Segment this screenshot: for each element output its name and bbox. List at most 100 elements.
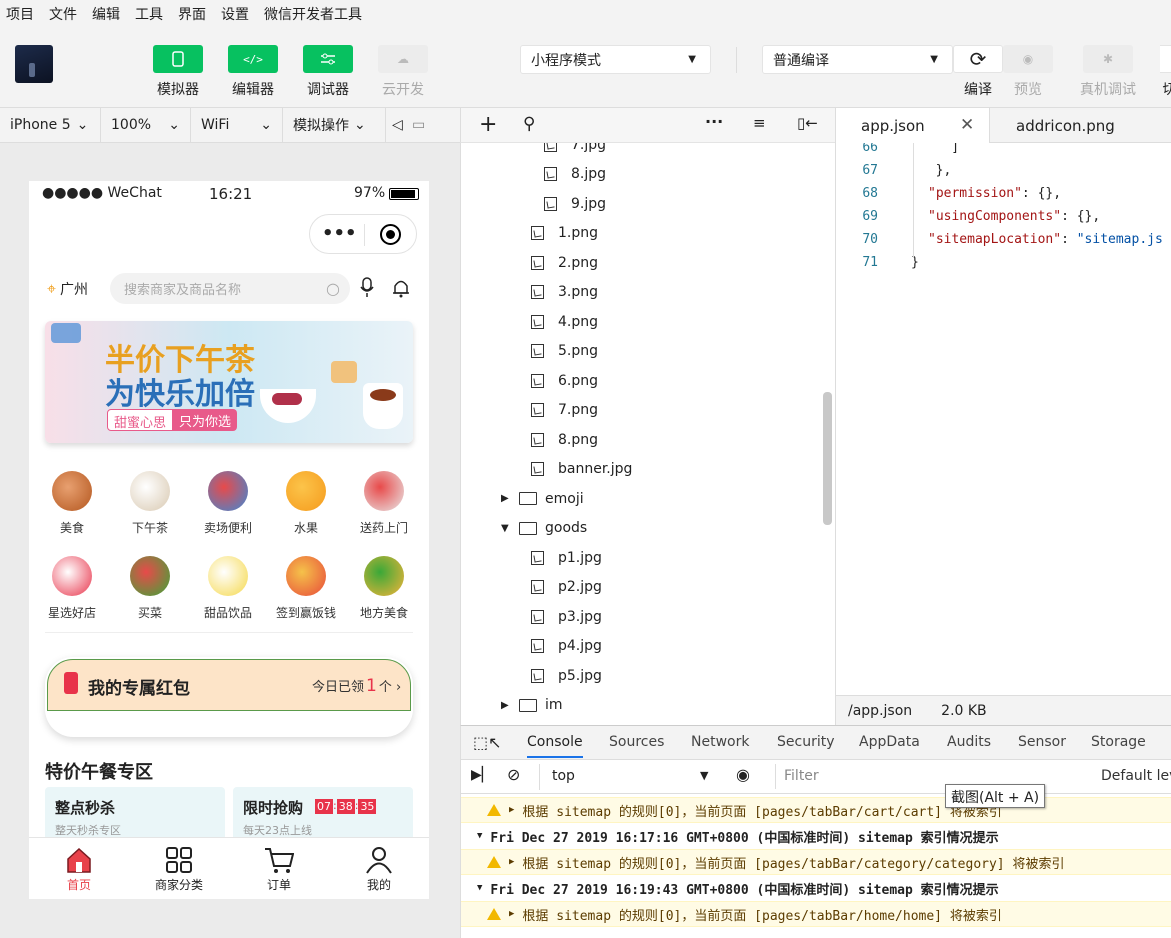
file-item[interactable]: p2.jpg (531, 573, 602, 602)
tab-category[interactable]: 商家分类 (129, 838, 229, 899)
category-item[interactable]: 甜品饮品 (193, 556, 263, 626)
devtools-tab-storage[interactable]: Storage (1091, 734, 1146, 750)
category-item[interactable]: 买菜 (115, 556, 185, 626)
console-warning[interactable]: ▶ 根据 sitemap 的规则[0]，当前页面 [pages/tabBar/ho… (461, 901, 1171, 927)
avatar[interactable] (15, 45, 53, 83)
code-editor[interactable]: 66 ] 67 }, 68 "permission": {}, 69 "usingComp… (835, 143, 1171, 695)
file-item[interactable]: 7.png (531, 396, 598, 425)
console-group[interactable]: ▼ Fri Dec 27 2019 16:19:43 GMT+0800 (中国标准… (461, 875, 1171, 901)
preview-button[interactable]: ◉ 预览 (1003, 45, 1053, 99)
add-icon[interactable]: + (479, 112, 497, 137)
file-item[interactable]: p4.jpg (531, 632, 602, 661)
levels-select[interactable]: Default lev (1101, 768, 1171, 784)
devtools-tab-security[interactable]: Security (777, 734, 835, 750)
devtools-tab-appdata[interactable]: AppData (859, 734, 920, 750)
inspect-icon[interactable]: ⬚↖ (473, 733, 502, 752)
file-item[interactable]: 3.png (531, 278, 598, 307)
menu-tools[interactable]: 工具 (135, 4, 163, 24)
location[interactable]: ⌖ 广州 (47, 279, 88, 299)
menu-edit[interactable]: 编辑 (92, 4, 120, 24)
more-icon[interactable]: ··· (705, 112, 723, 131)
expand-icon[interactable]: ▶ (509, 805, 514, 815)
category-item[interactable]: 美食 (37, 471, 107, 541)
tab-home[interactable]: 首页 (29, 838, 129, 899)
category-item[interactable]: 水果 (271, 471, 341, 541)
red-packet-card[interactable]: 我的专属红包 今日已领 1 个 › (45, 657, 413, 737)
file-item[interactable]: 9.jpg (544, 189, 606, 218)
category-item[interactable]: 下午茶 (115, 471, 185, 541)
file-item[interactable]: 5.png (531, 337, 598, 366)
category-item[interactable]: 送药上门 (349, 471, 419, 541)
zoom-select[interactable]: 100% ⌄ (101, 107, 191, 143)
clear-icon[interactable]: ⊘ (507, 765, 520, 784)
tab-orders[interactable]: 订单 (229, 838, 329, 899)
category-item[interactable]: 星选好店 (37, 556, 107, 626)
menu-devtools[interactable]: 微信开发者工具 (264, 4, 362, 24)
folder-item[interactable]: ▶ emoji (501, 484, 584, 513)
tab-profile[interactable]: 我的 (329, 838, 429, 899)
mode-select[interactable]: 小程序模式 ▼ (520, 45, 711, 74)
menu-file[interactable]: 文件 (49, 4, 77, 24)
simulator-button[interactable]: 模拟器 (153, 45, 203, 99)
close-icon[interactable]: ✕ (960, 115, 974, 135)
eye-icon[interactable]: ◉ (736, 765, 750, 784)
collapse-icon[interactable]: ▼ (477, 883, 482, 893)
microphone-icon[interactable] (360, 277, 374, 299)
console-warning[interactable]: ▶ 根据 sitemap 的规则[0]，当前页面 [pages/tabBar/ca… (461, 797, 1171, 823)
expand-icon[interactable]: ▶ (509, 857, 514, 867)
file-item[interactable]: p3.jpg (531, 602, 602, 631)
file-item[interactable]: 4.png (531, 307, 598, 336)
cut-button[interactable]: 切 (1160, 45, 1171, 99)
banner[interactable]: 半价下午茶 为快乐加倍 甜蜜心思 只为你选 (45, 321, 413, 443)
console-group[interactable]: ▼ Fri Dec 27 2019 16:17:16 GMT+0800 (中国标准… (461, 823, 1171, 849)
chevron-right-icon[interactable]: ▶ (501, 493, 519, 504)
menu-project[interactable]: 项目 (6, 4, 34, 24)
close-mini-icon[interactable] (380, 224, 401, 245)
folder-item[interactable]: ▼ goods (501, 514, 587, 543)
search-icon[interactable]: ⚲ (523, 114, 535, 134)
menu-settings[interactable]: 设置 (221, 4, 249, 24)
chevron-down-icon[interactable]: ▼ (501, 523, 519, 534)
collapse-icon[interactable]: ≡ (753, 114, 766, 132)
devtools-tab-network[interactable]: Network (691, 734, 749, 750)
real-debug-button[interactable]: ✱ 真机调试 (1080, 45, 1136, 99)
bell-icon[interactable] (392, 278, 410, 298)
category-item[interactable]: 签到赢饭钱 (271, 556, 341, 626)
file-item[interactable]: banner.jpg (531, 455, 632, 484)
volume-icon[interactable]: ◁ (386, 108, 408, 143)
file-item[interactable]: 6.png (531, 366, 598, 395)
file-item[interactable]: 1.png (531, 219, 598, 248)
file-item[interactable]: 8.png (531, 425, 598, 454)
explorer-scrollbar[interactable] (823, 392, 832, 525)
file-item[interactable]: 2.png (531, 248, 598, 277)
window-icon[interactable]: ▭ (408, 108, 438, 143)
editor-button[interactable]: </> 编辑器 (228, 45, 278, 99)
debugger-button[interactable]: 调试器 (303, 45, 353, 99)
context-select[interactable]: top ▼ (539, 764, 719, 790)
category-item[interactable]: 卖场便利 (193, 471, 263, 541)
file-item[interactable]: p5.jpg (531, 661, 602, 690)
sidebar-toggle-icon[interactable]: ▯← (797, 114, 818, 132)
network-select[interactable]: WiFi ⌄ (191, 107, 283, 143)
menu-view[interactable]: 界面 (178, 4, 206, 24)
tab-addricon[interactable]: addricon.png (990, 108, 1171, 143)
file-item[interactable]: 7.jpg (544, 143, 606, 159)
operation-select[interactable]: 模拟操作 ⌄ (283, 107, 386, 143)
chevron-right-icon[interactable]: ▶ (501, 700, 519, 711)
more-icon[interactable]: ••• (322, 223, 357, 244)
file-item[interactable]: p1.jpg (531, 543, 602, 572)
collapse-icon[interactable]: ▼ (477, 831, 482, 841)
compile-button[interactable]: ⟳ 编译 (953, 45, 1003, 99)
play-icon[interactable]: ▶▏ (471, 767, 493, 783)
devtools-tab-audits[interactable]: Audits (947, 734, 991, 750)
devtools-tab-console[interactable]: Console (527, 734, 583, 758)
file-item[interactable]: 8.jpg (544, 160, 606, 189)
cloud-button[interactable]: ☁ 云开发 (378, 45, 428, 99)
devtools-tab-sources[interactable]: Sources (609, 734, 664, 750)
category-item[interactable]: 地方美食 (349, 556, 419, 626)
tab-app-json[interactable]: app.json ✕ (836, 108, 990, 143)
devtools-tab-sensor[interactable]: Sensor (1018, 734, 1066, 750)
folder-item[interactable]: ▶ im (501, 691, 563, 720)
console-warning[interactable]: ▶ 根据 sitemap 的规则[0]，当前页面 [pages/tabBar/ca… (461, 849, 1171, 875)
compile-select[interactable]: 普通编译 ▼ (762, 45, 953, 74)
